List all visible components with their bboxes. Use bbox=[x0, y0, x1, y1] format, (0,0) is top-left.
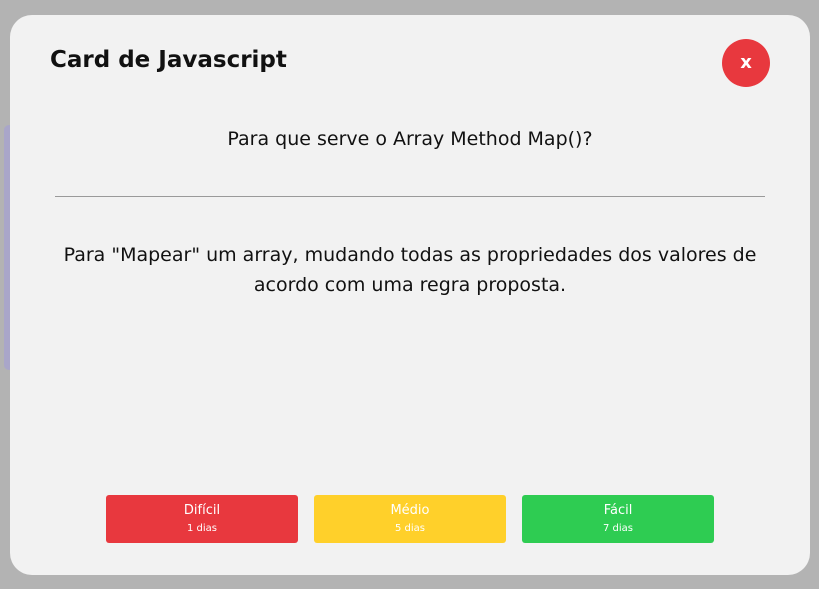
medium-button-days: 5 dias bbox=[394, 523, 425, 534]
hard-button-days: 1 dias bbox=[186, 523, 217, 534]
divider bbox=[55, 196, 765, 197]
card-answer: Para "Mapear" um array, mudando todas as… bbox=[63, 244, 757, 296]
easy-button-days: 7 dias bbox=[602, 523, 633, 534]
modal-title: Card de Javascript bbox=[50, 47, 287, 73]
difficulty-buttons: Difícil 1 dias Médio 5 dias Fácil 7 dias bbox=[106, 495, 714, 543]
easy-button-label: Fácil bbox=[603, 503, 633, 518]
card-question: Para que serve o Array Method Map()? bbox=[227, 128, 593, 150]
close-button[interactable]: x bbox=[722, 39, 770, 87]
hard-button-label: Difícil bbox=[183, 503, 221, 518]
easy-button[interactable]: Fácil 7 dias bbox=[522, 495, 714, 543]
medium-button[interactable]: Médio 5 dias bbox=[314, 495, 506, 543]
medium-button-label: Médio bbox=[390, 503, 430, 518]
flashcard-modal: Card de Javascript x Para que serve o Ar… bbox=[10, 15, 810, 575]
hard-button[interactable]: Difícil 1 dias bbox=[106, 495, 298, 543]
